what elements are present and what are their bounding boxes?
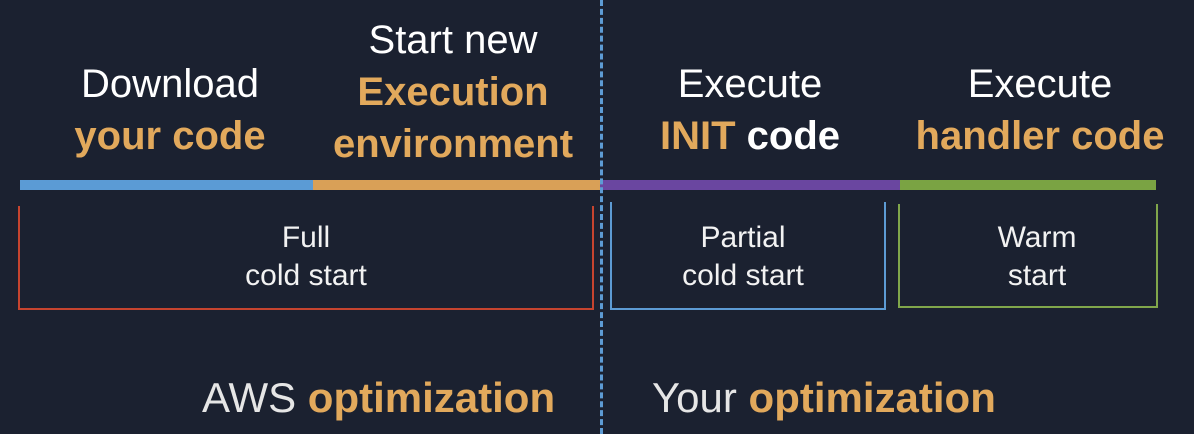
bracket-full-label: Full cold start: [18, 219, 594, 295]
phase-start-line3: environment: [332, 122, 574, 166]
lambda-lifecycle-diagram: Download your code Start new Execution e…: [0, 0, 1194, 434]
timeline-segment-download: [20, 180, 313, 190]
phase-start-line1: Start new: [368, 18, 538, 62]
bracket-warm-line1: Warm: [997, 221, 1077, 254]
aws-optimization-suffix: optimization: [307, 374, 556, 421]
bracket-warm-label: Warm start: [898, 219, 1176, 295]
bracket-partial-label: Partial cold start: [610, 219, 876, 295]
phase-handler-line2: handler code: [915, 114, 1165, 158]
phase-download: Download your code: [20, 58, 320, 162]
your-optimization-prefix: Your: [652, 374, 737, 421]
phase-download-line2: your code: [74, 114, 266, 158]
phase-init-keyword: INIT: [659, 114, 736, 158]
timeline-segment-handler: [900, 180, 1156, 190]
phase-download-line1: Download: [81, 62, 259, 106]
aws-optimization-label: AWS optimization: [202, 373, 555, 423]
aws-optimization-prefix: AWS: [202, 374, 297, 421]
bracket-partial-line2: cold start: [682, 259, 804, 292]
timeline-segment-init: [600, 180, 900, 190]
phase-execute-init: Execute INIT code: [605, 58, 895, 162]
divider-line: [600, 0, 603, 434]
phase-start-environment: Start new Execution environment: [303, 14, 603, 170]
bracket-partial-line1: Partial: [700, 221, 786, 254]
phase-handler-line1: Execute: [967, 62, 1113, 106]
bracket-full-line2: cold start: [245, 259, 367, 292]
phase-start-line2: Execution: [357, 70, 549, 114]
timeline-segment-environment: [313, 180, 600, 190]
bracket-full-line1: Full: [281, 221, 331, 254]
phase-init-word: code: [746, 114, 841, 158]
phase-init-line1: Execute: [677, 62, 823, 106]
phase-execute-handler: Execute handler code: [895, 58, 1185, 162]
your-optimization-label: Your optimization: [652, 373, 996, 423]
your-optimization-suffix: optimization: [748, 374, 996, 421]
bracket-warm-line2: start: [1007, 259, 1067, 292]
